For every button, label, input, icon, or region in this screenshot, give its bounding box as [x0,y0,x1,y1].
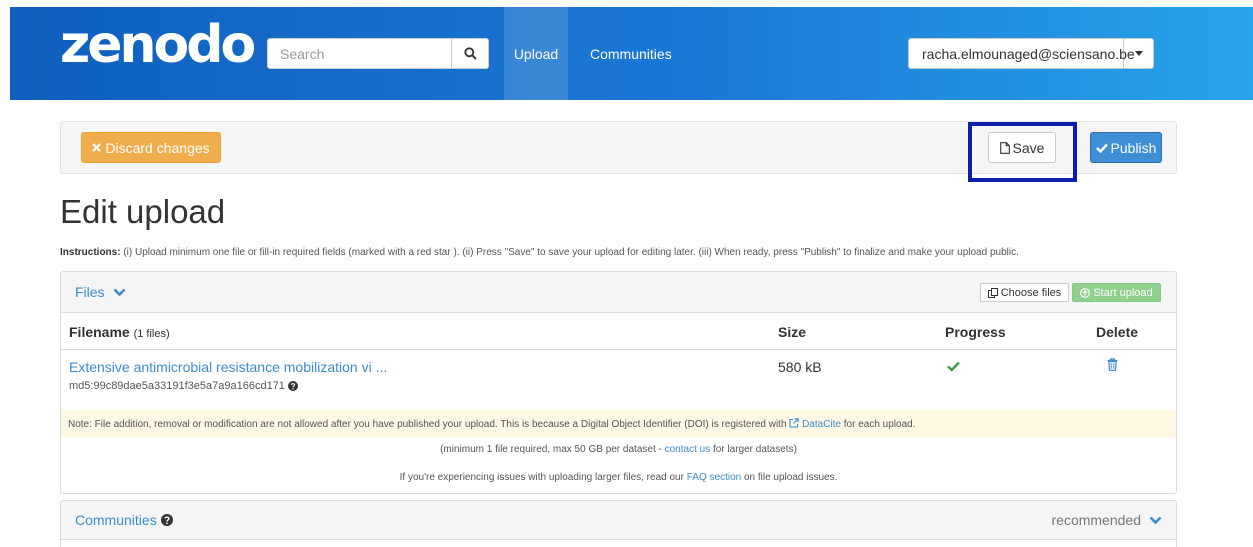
save-label: Save [1012,139,1045,156]
nav-upload[interactable]: Upload [504,7,568,100]
instructions-label: Instructions: [60,247,121,258]
external-link-icon [789,418,800,428]
caret-down-icon [1134,51,1143,56]
note-suffix: for each upload. [840,419,916,430]
publish-button[interactable]: Publish [1090,132,1162,163]
check-icon [947,361,960,372]
file-md5: md5:99c89dae5a33191f3e5a7a9a166cd171 [69,380,298,392]
communities-title: Communities [75,512,157,528]
close-icon [92,143,102,152]
delete-file-button[interactable] [1107,358,1118,374]
top-navbar: zenodo Upload Communities racha.elmounag… [10,7,1253,100]
help-icon[interactable] [287,381,298,391]
col-delete: Delete [1096,324,1139,340]
chevron-down-icon [1149,516,1162,524]
instructions-text: (i) Upload minimum one file or fill-in r… [120,247,1019,258]
instructions: Instructions: (i) Upload minimum one fil… [60,247,1019,258]
file-name-link[interactable]: Extensive antimicrobial resistance mobil… [69,359,387,375]
file-size: 580 kB [778,359,822,375]
help-icon[interactable] [160,514,173,526]
faq-prefix: If you're experiencing issues with uploa… [399,472,687,483]
action-bar: Discard changes Save Publish [60,121,1177,182]
limit-suffix: for larger datasets) [710,444,797,455]
upload-circle-icon [1080,287,1091,298]
start-upload-label: Start upload [1093,286,1153,299]
save-button[interactable]: Save [988,132,1056,163]
choose-files-button[interactable]: Choose files [980,283,1069,302]
doi-note: Note: File addition, removal or modifica… [61,410,1176,437]
col-size: Size [778,324,807,340]
faq-suffix: on file upload issues. [741,472,838,483]
files-panel-header: Files Choose files Start upload [61,272,1176,313]
nav-communities[interactable]: Communities [590,7,672,100]
col-filename: Filename (1 files) [69,324,170,340]
user-button[interactable]: racha.elmounaged@sciensano.be [909,39,1135,68]
progress-complete [947,360,960,375]
communities-panel: Communities recommended [60,500,1177,547]
recommended-label: recommended [1051,512,1142,528]
file-md5-text: md5:99c89dae5a33191f3e5a7a9a166cd171 [69,380,285,392]
files-toggle[interactable]: Files [75,284,126,300]
limit-text: (minimum 1 file required, max 50 GB per … [61,444,1176,455]
trash-icon [1107,358,1118,371]
zenodo-logo[interactable]: zenodo [60,19,256,71]
communities-panel-header[interactable]: Communities recommended [61,501,1176,540]
contact-us-link[interactable]: contact us [665,444,711,455]
note-prefix: Note: File addition, removal or modifica… [68,419,790,430]
copy-icon [987,287,998,298]
publish-label: Publish [1110,139,1157,156]
user-menu[interactable]: racha.elmounaged@sciensano.be [908,38,1154,69]
files-title: Files [75,284,105,300]
check-icon [1095,143,1108,153]
search-input[interactable] [267,38,452,69]
datacite-link[interactable]: DataCite [802,419,841,430]
col-progress: Progress [945,324,1006,340]
chevron-down-icon [113,288,125,296]
user-dropdown-toggle[interactable] [1124,51,1153,56]
communities-title-group: Communities [75,512,173,528]
faq-text: If you're experiencing issues with uploa… [61,472,1176,483]
files-panel: Files Choose files Start upload Filename… [60,271,1177,494]
page-title: Edit upload [60,193,226,230]
user-email: racha.elmounaged@sciensano.be [922,45,1135,62]
col-filename-label: Filename [69,324,130,340]
faq-section-link[interactable]: FAQ section [687,472,741,483]
discard-changes-button[interactable]: Discard changes [81,132,221,163]
discard-label: Discard changes [105,139,210,156]
search-icon [463,47,477,60]
search-button[interactable] [451,38,489,69]
search-group [267,38,489,69]
file-icon [999,141,1010,154]
start-upload-button[interactable]: Start upload [1072,283,1161,302]
limit-prefix: (minimum 1 file required, max 50 GB per … [440,444,665,455]
col-filename-count: (1 files) [133,328,170,340]
choose-files-label: Choose files [1000,286,1062,299]
table-divider [61,349,1176,350]
recommended-toggle[interactable]: recommended [1052,512,1163,528]
